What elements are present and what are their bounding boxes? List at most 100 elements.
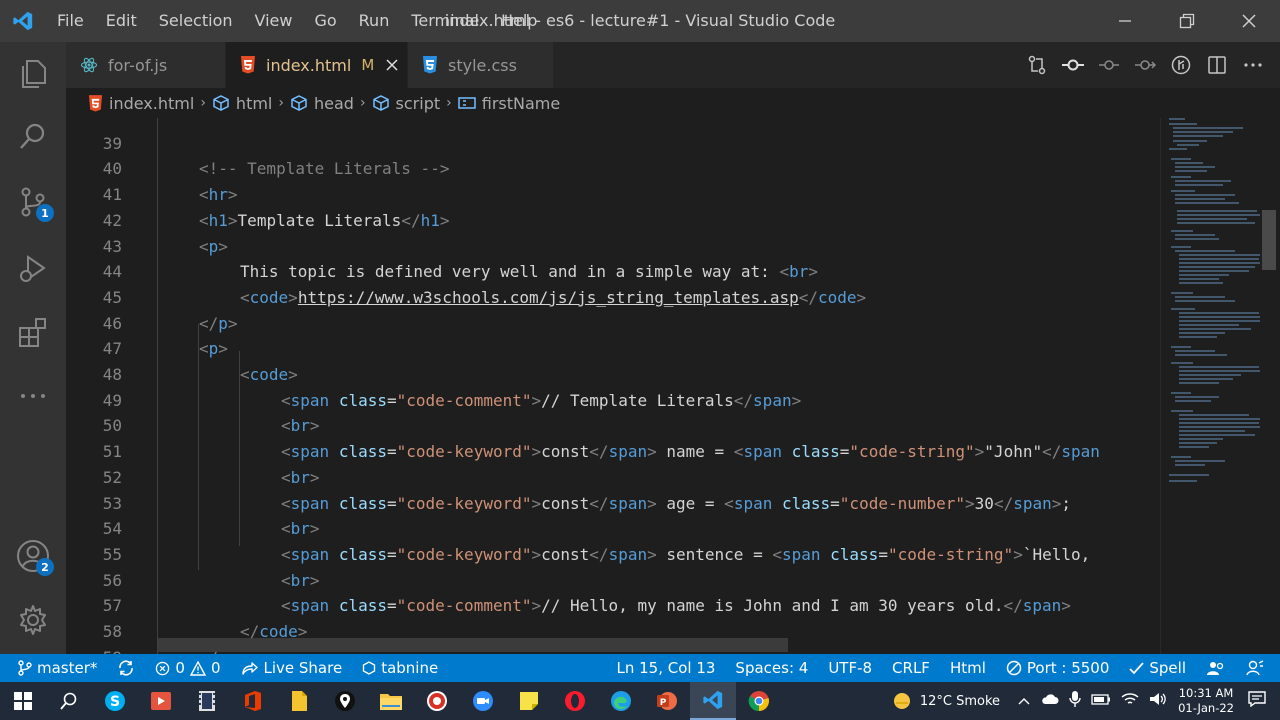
notifications-button[interactable] xyxy=(1236,654,1280,682)
taskbar-vscode[interactable] xyxy=(690,682,736,720)
chevron-right-icon: › xyxy=(446,95,452,111)
code-line: 53 <br> xyxy=(66,465,1160,539)
volume-icon[interactable] xyxy=(1149,692,1167,710)
cloud-icon[interactable] xyxy=(1041,693,1059,709)
breadcrumb-file[interactable]: index.html xyxy=(88,94,194,113)
microphone-icon[interactable] xyxy=(1069,690,1081,712)
taskbar-file-explorer[interactable] xyxy=(368,682,414,720)
minimap[interactable] xyxy=(1160,118,1266,654)
manage-button[interactable] xyxy=(0,590,66,650)
end-of-line[interactable]: CRLF xyxy=(882,654,940,682)
sync-button[interactable] xyxy=(107,654,145,682)
wifi-icon[interactable] xyxy=(1121,692,1139,710)
menu-help[interactable]: Help xyxy=(490,0,548,42)
record-icon xyxy=(427,691,447,711)
modified-indicator: M xyxy=(361,56,375,74)
code-line: 39 <!-- Template Literals --> xyxy=(66,118,1160,179)
film-icon xyxy=(199,691,215,711)
menu-selection[interactable]: Selection xyxy=(148,0,244,42)
vertical-scrollbar[interactable] xyxy=(1262,210,1276,270)
restore-button[interactable] xyxy=(1156,0,1218,42)
split-editor-button[interactable] xyxy=(1206,54,1228,76)
menu-run[interactable]: Run xyxy=(348,0,401,42)
people-icon xyxy=(1207,662,1224,675)
menu-terminal[interactable]: Terminal xyxy=(400,0,490,42)
taskbar-powerpoint[interactable]: P xyxy=(644,682,690,720)
branch-icon xyxy=(18,660,32,676)
feedback-icon xyxy=(1246,660,1264,676)
clock-time: 10:31 AM xyxy=(1178,686,1234,700)
breadcrumb: index.html › html › head › script › firs… xyxy=(66,88,1280,118)
taskbar-search-button[interactable] xyxy=(46,682,92,720)
more-views-button[interactable] xyxy=(0,366,66,426)
tabnine-label: tabnine xyxy=(381,659,439,677)
cursor-position[interactable]: Ln 15, Col 13 xyxy=(606,654,725,682)
start-button[interactable] xyxy=(0,682,46,720)
chevron-up-icon[interactable] xyxy=(1018,694,1030,709)
breadcrumb-head[interactable]: head xyxy=(290,94,354,113)
tab-for-of-js[interactable]: for-of.js xyxy=(66,42,226,88)
tab-index-html[interactable]: index.html M xyxy=(226,42,408,88)
encoding[interactable]: UTF-8 xyxy=(818,654,882,682)
code-line: 57 </code> xyxy=(66,568,1160,641)
accounts-button[interactable]: 2 xyxy=(0,526,66,586)
next-change-button[interactable] xyxy=(1134,54,1156,76)
taskbar-app-film[interactable] xyxy=(184,682,230,720)
taskbar-record[interactable] xyxy=(414,682,460,720)
more-actions-button[interactable] xyxy=(1242,54,1264,76)
code-line: 55 <br> xyxy=(66,516,1160,590)
git-arrow-icon xyxy=(1135,60,1156,70)
compare-changes-button[interactable] xyxy=(1026,54,1048,76)
horizontal-scrollbar[interactable] xyxy=(158,638,788,652)
breadcrumb-script[interactable]: script xyxy=(372,94,440,113)
live-share-icon xyxy=(241,662,258,675)
clock[interactable]: 10:31 AM 01-Jan-22 xyxy=(1178,686,1234,716)
language-mode[interactable]: Html xyxy=(940,654,996,682)
search-button[interactable] xyxy=(0,106,66,166)
taskbar-skype[interactable]: S xyxy=(92,682,138,720)
menu-go[interactable]: Go xyxy=(303,0,347,42)
previous-change-button[interactable] xyxy=(1098,54,1120,76)
tabnine-button[interactable]: tabnine xyxy=(352,654,448,682)
taskbar-office[interactable] xyxy=(230,682,276,720)
vscode-logo-icon[interactable] xyxy=(0,0,46,42)
taskbar-app-red[interactable] xyxy=(138,682,184,720)
minimize-button[interactable] xyxy=(1094,0,1156,42)
close-tab-button[interactable] xyxy=(386,55,398,76)
source-control-button[interactable]: 1 xyxy=(0,172,66,232)
close-window-button[interactable] xyxy=(1218,0,1280,42)
taskbar-notes[interactable] xyxy=(276,682,322,720)
problems-indicator[interactable]: 0 0 xyxy=(145,654,230,682)
live-server-port[interactable]: Port : 5500 xyxy=(996,654,1120,682)
taskbar-edge[interactable] xyxy=(598,682,644,720)
taskbar-sticky-notes[interactable] xyxy=(506,682,552,720)
taskbar-zoom[interactable] xyxy=(460,682,506,720)
code-editor[interactable]: 39 <!-- Template Literals --> 40 <hr> 41… xyxy=(66,118,1160,654)
timeline-button[interactable] xyxy=(1062,54,1084,76)
menu-edit[interactable]: Edit xyxy=(95,0,148,42)
taskbar-chrome[interactable] xyxy=(736,682,782,720)
live-share-button[interactable]: Live Share xyxy=(231,654,353,682)
extensions-button[interactable] xyxy=(0,302,66,362)
accounts-status-button[interactable] xyxy=(1196,654,1236,682)
menu-file[interactable]: File xyxy=(46,0,95,42)
spell-check-button[interactable]: Spell xyxy=(1119,654,1196,682)
indentation[interactable]: Spaces: 4 xyxy=(725,654,818,682)
chevron-right-icon: › xyxy=(359,95,366,111)
code-line: 51 <br> xyxy=(66,413,1160,487)
weather-widget[interactable]: 12°C Smoke xyxy=(892,691,1000,711)
battery-icon[interactable] xyxy=(1091,693,1111,709)
taskbar-opera[interactable] xyxy=(552,682,598,720)
sync-icon xyxy=(119,660,134,676)
menu-view[interactable]: View xyxy=(244,0,304,42)
symbol-field-icon xyxy=(372,95,390,111)
open-changes-button[interactable] xyxy=(1170,54,1192,76)
breadcrumb-html[interactable]: html xyxy=(212,94,272,113)
taskbar-app-pin[interactable] xyxy=(322,682,368,720)
notification-center-button[interactable] xyxy=(1248,691,1266,711)
tab-style-css[interactable]: style.css xyxy=(408,42,554,88)
breadcrumb-firstname[interactable]: firstName xyxy=(458,94,560,113)
git-branch[interactable]: master* xyxy=(0,654,107,682)
explorer-button[interactable] xyxy=(0,44,66,104)
run-debug-button[interactable] xyxy=(0,238,66,298)
